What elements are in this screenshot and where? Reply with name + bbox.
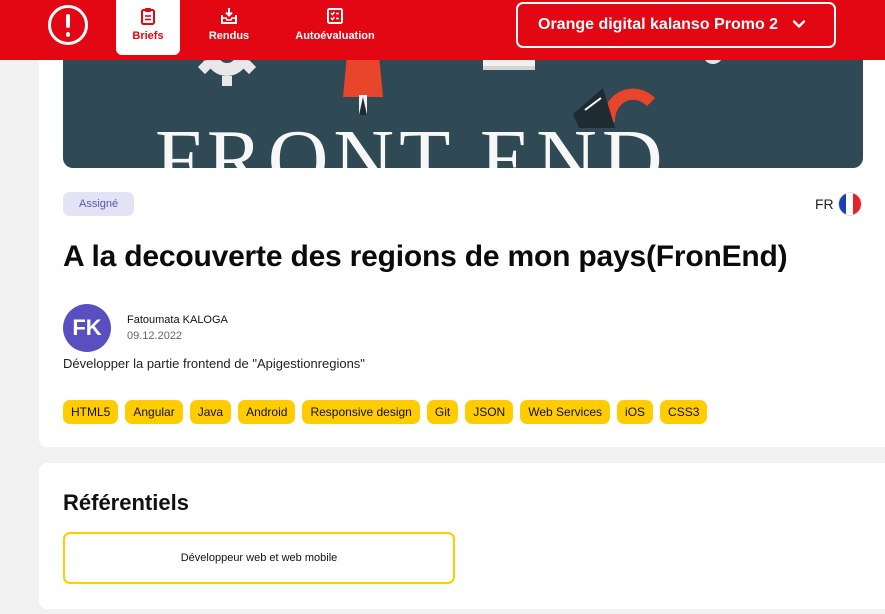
skill-tag: Angular bbox=[125, 400, 183, 424]
nav-tab-rendus[interactable]: Rendus bbox=[200, 0, 258, 55]
skill-tags: HTML5 Angular Java Android Responsive de… bbox=[63, 400, 708, 424]
status-badge: Assigné bbox=[63, 192, 135, 216]
referentiels-title: Référentiels bbox=[63, 490, 189, 515]
promo-select-value: Orange digital kalanso Promo 2 bbox=[538, 16, 779, 33]
skill-tag: HTML5 bbox=[63, 400, 119, 424]
referentiel-item[interactable]: Développeur web et web mobile bbox=[63, 532, 455, 584]
nav-tab-label: Briefs bbox=[132, 30, 164, 42]
chevron-down-icon bbox=[792, 17, 806, 36]
skill-tag: Android bbox=[238, 400, 296, 424]
nav-tab-autoevaluation[interactable]: Autoévaluation bbox=[286, 0, 384, 55]
inbox-download-icon bbox=[220, 6, 238, 26]
top-navbar: Briefs Rendus Autoévaluation Orange digi… bbox=[0, 0, 885, 60]
monitor-icon bbox=[483, 60, 535, 70]
author-name: Fatoumata KALOGA bbox=[127, 314, 228, 326]
brief-banner-image: FRONT END bbox=[63, 60, 863, 168]
brief-title: A la decouverte des regions de mon pays(… bbox=[63, 240, 788, 273]
app-logo-icon[interactable] bbox=[48, 5, 88, 45]
skill-tag: Java bbox=[189, 400, 232, 424]
skill-tag: Git bbox=[426, 400, 459, 424]
promo-select[interactable]: Orange digital kalanso Promo 2 bbox=[516, 2, 836, 48]
nav-tab-briefs[interactable]: Briefs bbox=[116, 0, 180, 55]
language-label: FR bbox=[815, 196, 834, 212]
brief-description: Développer la partie frontend de "Apiges… bbox=[63, 356, 365, 371]
gear-icon bbox=[197, 60, 257, 86]
gear-icon bbox=[705, 60, 721, 64]
brief-date: 09.12.2022 bbox=[127, 330, 183, 342]
nav-tab-label: Rendus bbox=[208, 30, 250, 42]
skill-tag: CSS3 bbox=[660, 400, 708, 424]
language-selector[interactable]: FR bbox=[815, 192, 862, 216]
skill-tag: Web Services bbox=[520, 400, 611, 424]
nav-tab-label: Autoévaluation bbox=[295, 30, 375, 42]
clipboard-icon bbox=[140, 6, 156, 26]
checklist-icon bbox=[327, 6, 343, 26]
skill-tag: Responsive design bbox=[302, 400, 420, 424]
avatar: FK bbox=[63, 304, 111, 352]
skill-tag: JSON bbox=[465, 400, 514, 424]
banner-title: FRONT END bbox=[155, 113, 668, 169]
skill-tag: iOS bbox=[617, 400, 654, 424]
france-flag-icon bbox=[837, 192, 862, 216]
